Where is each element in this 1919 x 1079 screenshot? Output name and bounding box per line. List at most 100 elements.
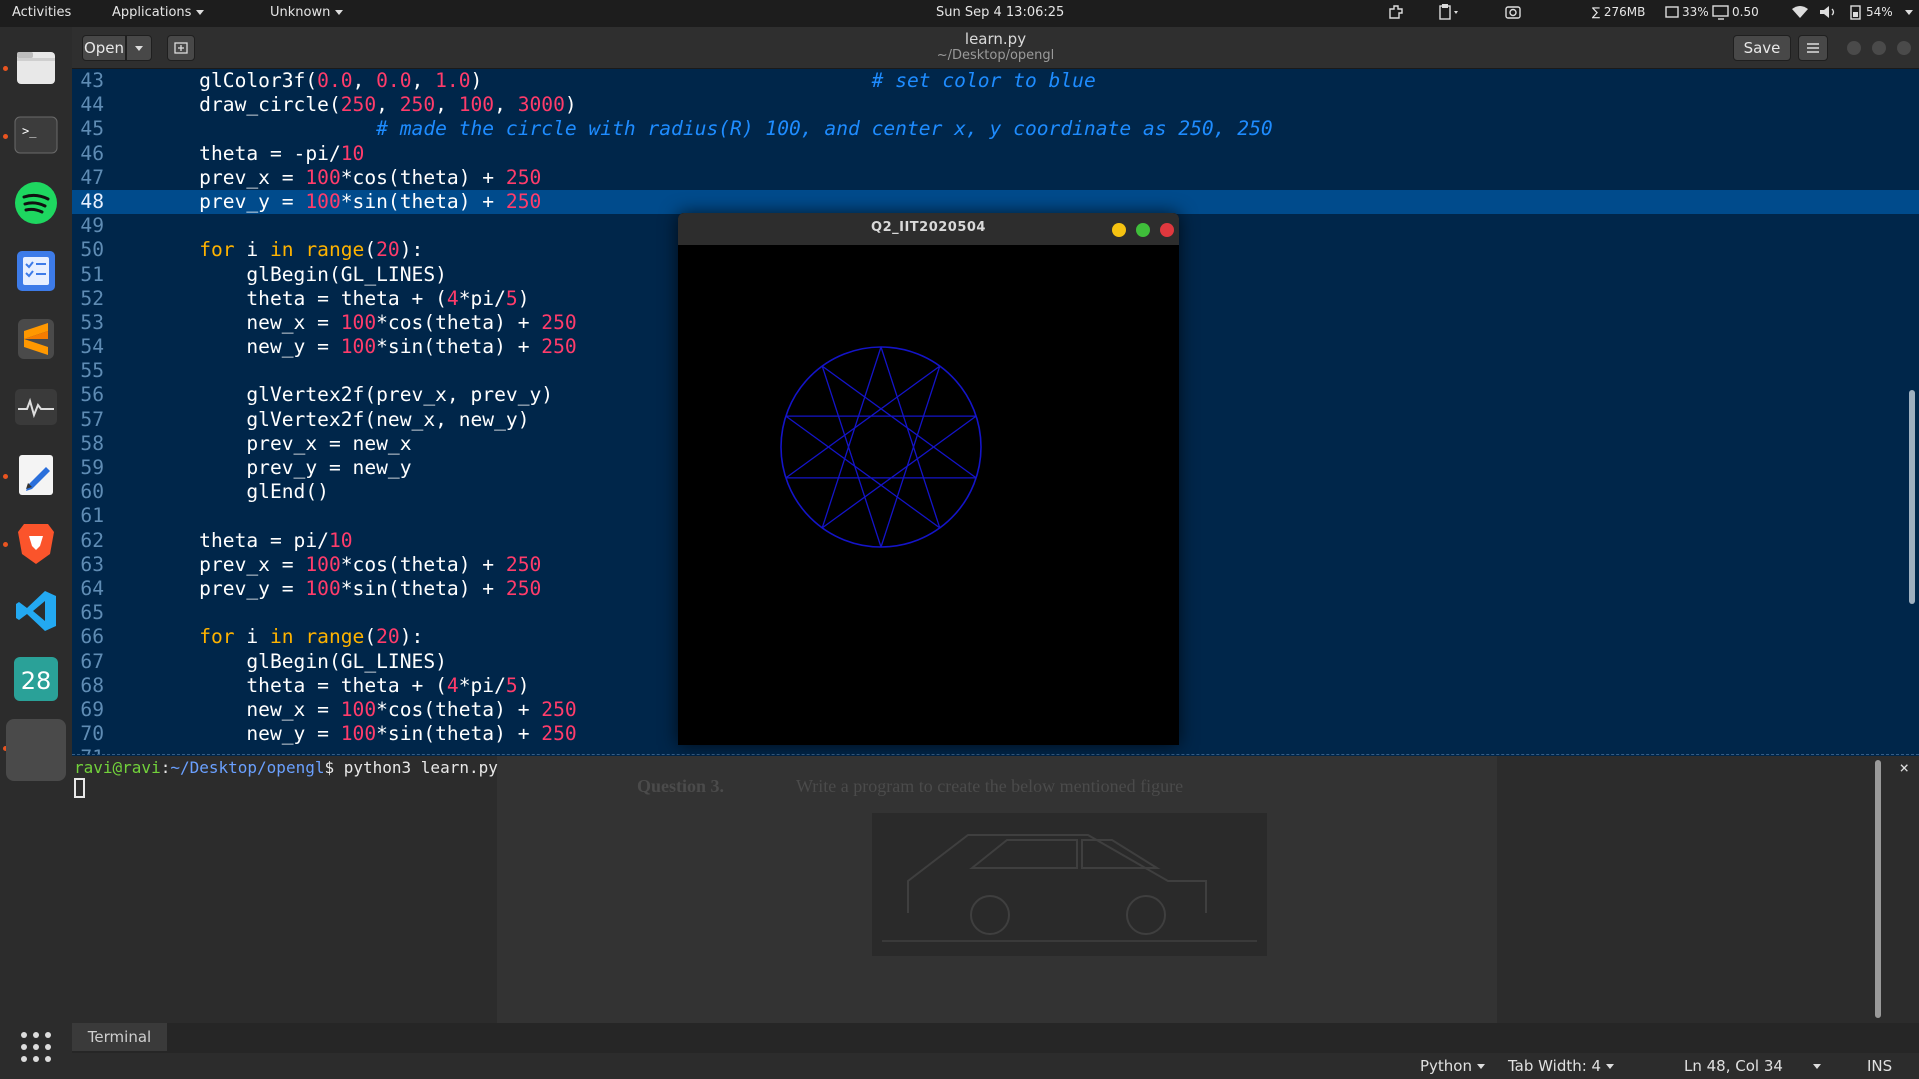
minimize-window-button[interactable]	[1847, 41, 1861, 55]
code-text: theta = -pi/10	[152, 142, 364, 166]
code-text: theta = theta + (4*pi/5)	[152, 287, 529, 311]
code-text: prev_x = new_x	[152, 432, 411, 456]
code-text: new_x = 100*cos(theta) + 250	[152, 698, 576, 722]
minimize-button[interactable]	[1112, 223, 1126, 237]
tab-width-label: Tab Width: 4	[1508, 1057, 1602, 1075]
tab-terminal[interactable]: Terminal	[72, 1023, 167, 1051]
volume-icon[interactable]	[1818, 3, 1838, 25]
memory-indicator[interactable]: ∑ 276MB	[1592, 5, 1645, 19]
code-token: glVertex2f(new_x, new_y)	[152, 407, 530, 431]
code-keyword: in	[269, 625, 294, 649]
code-number: 100	[340, 310, 377, 334]
code-keyword: for	[199, 238, 235, 262]
battery-percent[interactable]: 54%	[1866, 5, 1893, 19]
code-token: *pi/	[458, 673, 506, 697]
code-line[interactable]: 45 # made the circle with radius(R) 100,…	[72, 117, 1919, 141]
active-app-slot[interactable]	[6, 719, 66, 781]
tasks-icon[interactable]	[10, 245, 62, 297]
text-editor-icon[interactable]	[10, 449, 62, 501]
code-number: 0.0	[317, 69, 353, 92]
terminal-panel[interactable]: Question 3. Write a program to create the…	[72, 756, 1919, 1023]
system-monitor-icon[interactable]	[10, 381, 62, 433]
code-number: 250	[505, 165, 542, 189]
prompt-command: $ python3 learn.py	[324, 758, 498, 777]
spotify-icon[interactable]	[10, 177, 62, 229]
battery-icon[interactable]	[1848, 3, 1864, 25]
wifi-icon[interactable]	[1790, 3, 1810, 25]
code-line[interactable]: 43 glColor3f(0.0, 0.0, 1.0) # set color …	[72, 69, 1919, 93]
code-keyword: range	[305, 238, 365, 262]
code-number: 250	[541, 722, 577, 746]
save-button[interactable]: Save	[1733, 35, 1791, 61]
files-icon[interactable]	[10, 41, 62, 93]
code-token: )	[470, 69, 872, 92]
vscode-icon[interactable]	[10, 585, 62, 637]
code-number: 250	[541, 310, 577, 334]
line-number: 59	[80, 456, 104, 479]
code-text: glBegin(GL_LINES)	[152, 650, 447, 674]
code-number: 250	[340, 93, 377, 117]
clock[interactable]: Sun Sep 4 13:06:25	[936, 5, 1064, 20]
cursor-position-label: Ln 48, Col 34	[1684, 1057, 1783, 1075]
close-window-button[interactable]	[1897, 41, 1911, 55]
hamburger-menu-button[interactable]	[1798, 35, 1828, 61]
code-line[interactable]: 44 draw_circle(250, 250, 100, 3000)	[72, 93, 1919, 117]
extension-icon[interactable]	[1387, 3, 1405, 25]
code-token: glVertex2f(prev_x, prev_y)	[152, 383, 554, 407]
language-selector[interactable]: Python	[1420, 1057, 1485, 1075]
close-terminal-button[interactable]: ×	[1899, 758, 1909, 777]
unknown-menu[interactable]: Unknown	[270, 5, 344, 20]
terminal-prompt: ravi@ravi:~/Desktop/opengl$ python3 lear…	[74, 758, 498, 777]
question-number: Question 3.	[637, 776, 725, 796]
code-token: ,	[494, 93, 518, 117]
opengl-titlebar[interactable]: Q2_IIT2020504	[678, 213, 1179, 245]
applications-menu[interactable]: Applications	[112, 5, 205, 20]
window-subtitle: ~/Desktop/opengl	[936, 48, 1055, 63]
code-token: ,	[435, 93, 459, 117]
prompt-user: ravi@ravi	[74, 758, 161, 777]
code-token: (	[364, 625, 377, 649]
code-token: *sin(theta) +	[340, 189, 506, 213]
screenshot-icon[interactable]	[1504, 3, 1522, 25]
insert-mode[interactable]: INS	[1867, 1057, 1892, 1075]
cursor-position[interactable]: Ln 48, Col 34	[1684, 1057, 1821, 1075]
code-text: glColor3f(0.0, 0.0, 1.0) # set color to …	[152, 69, 1096, 93]
opengl-window-title: Q2_IIT2020504	[871, 220, 986, 235]
terminal-app-icon[interactable]: >_	[10, 109, 62, 161]
editor-scrollbar[interactable]	[1909, 390, 1915, 604]
code-token: prev_y =	[152, 576, 306, 600]
code-text: glEnd()	[152, 480, 329, 504]
cpu-indicator[interactable]: 33%	[1682, 5, 1709, 19]
window-title: learn.py	[964, 30, 1027, 48]
maximize-button[interactable]	[1136, 223, 1150, 237]
code-line[interactable]: 46 theta = -pi/10	[72, 142, 1919, 166]
line-number: 66	[80, 625, 104, 649]
show-applications-icon[interactable]	[10, 1021, 62, 1073]
code-token: *sin(theta) +	[376, 335, 542, 359]
line-number: 70	[80, 722, 104, 746]
load-indicator[interactable]: 0.50	[1732, 5, 1759, 19]
activities-button[interactable]: Activities	[12, 5, 71, 20]
code-line[interactable]: 48 prev_y = 100*sin(theta) + 250	[72, 189, 1919, 215]
calendar-icon[interactable]: 28	[10, 653, 62, 705]
tab-width-selector[interactable]: Tab Width: 4	[1508, 1057, 1615, 1075]
code-number: 0.0	[376, 69, 412, 92]
clipboard-icon[interactable]	[1437, 3, 1463, 25]
sublime-text-icon[interactable]	[10, 313, 62, 365]
close-button[interactable]	[1160, 223, 1174, 237]
line-number: 43	[80, 69, 104, 92]
opengl-window[interactable]: Q2_IIT2020504	[678, 213, 1179, 745]
chevron-down-icon	[1477, 1064, 1485, 1069]
line-number: 49	[80, 214, 104, 238]
brave-browser-icon[interactable]	[10, 517, 62, 569]
system-menu-chevron[interactable]	[1900, 5, 1913, 20]
terminal-scrollbar[interactable]	[1875, 760, 1881, 1018]
car-outline	[882, 834, 1257, 942]
code-token: (	[364, 238, 377, 262]
code-line[interactable]: 47 prev_x = 100*cos(theta) + 250	[72, 166, 1919, 190]
maximize-window-button[interactable]	[1872, 41, 1886, 55]
